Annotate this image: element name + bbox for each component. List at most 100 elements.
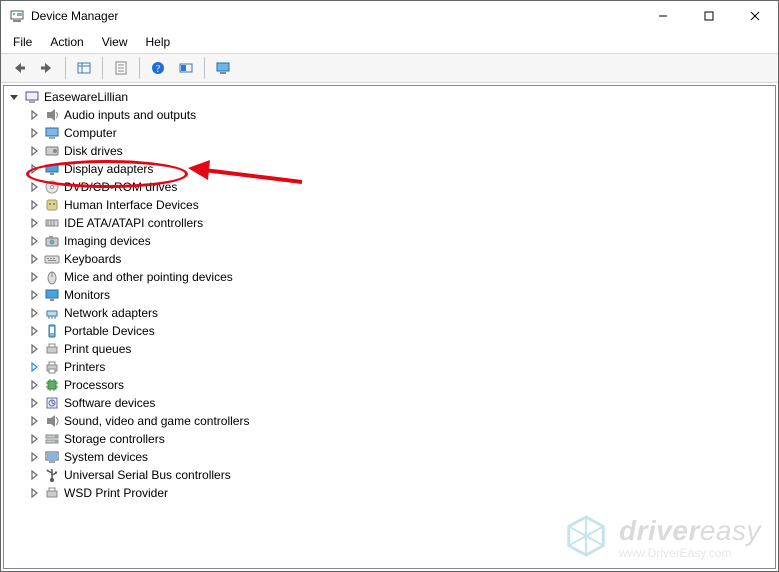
expand-toggle[interactable] (28, 199, 40, 211)
tree-item-display[interactable]: Display adapters (28, 160, 775, 178)
tree-item-dvd[interactable]: DVD/CD-ROM drives (28, 178, 775, 196)
expand-toggle[interactable] (28, 343, 40, 355)
disk-icon (44, 143, 60, 159)
tree-item-label: Portable Devices (64, 322, 155, 340)
expand-toggle[interactable] (28, 307, 40, 319)
toolbar-monitor-button[interactable] (210, 55, 236, 81)
tree-item-audio[interactable]: Audio inputs and outputs (28, 106, 775, 124)
software-icon (44, 395, 60, 411)
tree-item-label: Software devices (64, 394, 155, 412)
ide-icon (44, 215, 60, 231)
expand-toggle[interactable] (28, 145, 40, 157)
toolbar-separator (204, 57, 205, 79)
tree-item-label: Human Interface Devices (64, 196, 199, 214)
menu-help[interactable]: Help (138, 33, 179, 51)
toolbar-separator (102, 57, 103, 79)
printer-icon (44, 359, 60, 375)
toolbar-scan-button[interactable] (173, 55, 199, 81)
expand-toggle[interactable] (28, 235, 40, 247)
display-icon (44, 161, 60, 177)
device-tree-panel[interactable]: EasewareLillian Audio inputs and outputs… (3, 85, 776, 569)
menu-view[interactable]: View (94, 33, 136, 51)
tree-item-portable[interactable]: Portable Devices (28, 322, 775, 340)
menu-action[interactable]: Action (42, 33, 91, 51)
imaging-icon (44, 233, 60, 249)
tree-item-mouse[interactable]: Mice and other pointing devices (28, 268, 775, 286)
tree-item-label: Sound, video and game controllers (64, 412, 249, 430)
tree-item-wsd[interactable]: WSD Print Provider (28, 484, 775, 502)
tree-item-system[interactable]: System devices (28, 448, 775, 466)
mouse-icon (44, 269, 60, 285)
tree-item-label: Keyboards (64, 250, 121, 268)
tree-item-ide[interactable]: IDE ATA/ATAPI controllers (28, 214, 775, 232)
expand-toggle[interactable] (8, 91, 20, 103)
toolbar-separator (65, 57, 66, 79)
expand-toggle[interactable] (28, 109, 40, 121)
computer-icon (44, 125, 60, 141)
monitor-icon (44, 287, 60, 303)
tree-item-disk[interactable]: Disk drives (28, 142, 775, 160)
tree-item-label: Processors (64, 376, 124, 394)
expand-toggle[interactable] (28, 397, 40, 409)
toolbar-properties-button[interactable] (108, 55, 134, 81)
expand-toggle[interactable] (28, 415, 40, 427)
tree-item-software[interactable]: Software devices (28, 394, 775, 412)
tree-item-monitor[interactable]: Monitors (28, 286, 775, 304)
svg-text:?: ? (156, 64, 161, 75)
tree-item-cpu[interactable]: Processors (28, 376, 775, 394)
tree-item-computer[interactable]: Computer (28, 124, 775, 142)
toolbar-back-button[interactable] (6, 55, 32, 81)
portable-icon (44, 323, 60, 339)
tree-item-storage[interactable]: Storage controllers (28, 430, 775, 448)
expand-toggle[interactable] (28, 127, 40, 139)
expand-toggle[interactable] (28, 379, 40, 391)
tree-item-printer[interactable]: Printers (28, 358, 775, 376)
tree-item-usb[interactable]: Universal Serial Bus controllers (28, 466, 775, 484)
tree-item-network[interactable]: Network adapters (28, 304, 775, 322)
expand-toggle[interactable] (28, 181, 40, 193)
toolbar-help-button[interactable]: ? (145, 55, 171, 81)
tree-item-label: Monitors (64, 286, 110, 304)
expand-toggle[interactable] (28, 217, 40, 229)
usb-icon (44, 467, 60, 483)
expand-toggle[interactable] (28, 271, 40, 283)
expand-toggle[interactable] (28, 487, 40, 499)
device-tree: EasewareLillian Audio inputs and outputs… (4, 86, 775, 502)
tree-item-label: Computer (64, 124, 117, 142)
toolbar-forward-button[interactable] (34, 55, 60, 81)
tree-item-label: Disk drives (64, 142, 123, 160)
tree-root[interactable]: EasewareLillian (8, 88, 775, 106)
expand-toggle[interactable] (28, 253, 40, 265)
tree-item-label: System devices (64, 448, 148, 466)
storage-icon (44, 431, 60, 447)
device-manager-window: Device Manager File Action View Help ? (0, 0, 779, 572)
keyboard-icon (44, 251, 60, 267)
expand-toggle[interactable] (28, 451, 40, 463)
toolbar-show-hide-button[interactable] (71, 55, 97, 81)
minimize-button[interactable] (640, 1, 686, 31)
app-icon (9, 8, 25, 24)
tree-item-label: Storage controllers (64, 430, 165, 448)
expand-toggle[interactable] (28, 163, 40, 175)
tree-item-printq[interactable]: Print queues (28, 340, 775, 358)
tree-item-hid[interactable]: Human Interface Devices (28, 196, 775, 214)
tree-item-sound[interactable]: Sound, video and game controllers (28, 412, 775, 430)
tree-item-imaging[interactable]: Imaging devices (28, 232, 775, 250)
maximize-button[interactable] (686, 1, 732, 31)
expand-toggle[interactable] (28, 289, 40, 301)
expand-toggle[interactable] (28, 361, 40, 373)
expand-toggle[interactable] (28, 469, 40, 481)
expand-toggle[interactable] (28, 433, 40, 445)
close-button[interactable] (732, 1, 778, 31)
expand-toggle[interactable] (28, 325, 40, 337)
menubar: File Action View Help (1, 31, 778, 53)
tree-item-label: Print queues (64, 340, 131, 358)
system-icon (44, 449, 60, 465)
tree-item-keyboard[interactable]: Keyboards (28, 250, 775, 268)
computer-icon (24, 89, 40, 105)
dvd-icon (44, 179, 60, 195)
hid-icon (44, 197, 60, 213)
menu-file[interactable]: File (5, 33, 40, 51)
toolbar-separator (139, 57, 140, 79)
printq-icon (44, 341, 60, 357)
